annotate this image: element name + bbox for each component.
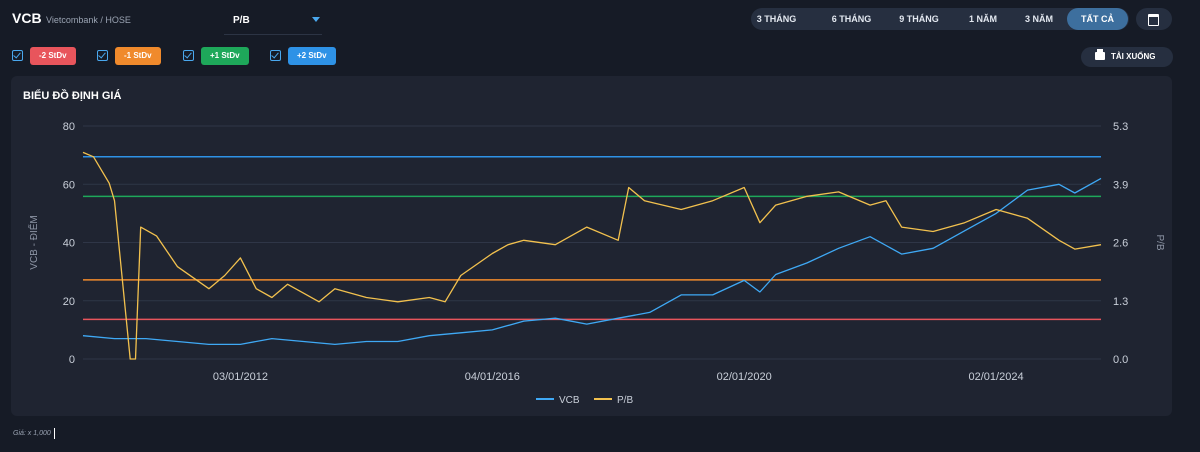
y-tick-label: 40 bbox=[63, 238, 75, 250]
range-1-year-button[interactable]: 1 NĂM bbox=[956, 8, 1010, 30]
y-tick-label: 80 bbox=[63, 121, 75, 133]
valuation-chart: 0 20 40 60 80 0.0 1.3 2.6 3.9 5.3 03/01/2012 04/01/… bbox=[27, 121, 1165, 406]
calendar-icon bbox=[1148, 14, 1159, 26]
y2-tick-label: 5.3 bbox=[1113, 121, 1128, 133]
ticker-symbol: VCB bbox=[12, 10, 42, 26]
series-line-pb bbox=[82, 151, 1102, 360]
y2-tick-label: 3.9 bbox=[1113, 179, 1128, 191]
y2-axis-title: P/B bbox=[1154, 234, 1165, 250]
x-tick-label: 03/01/2012 bbox=[213, 371, 268, 383]
y2-tick-label: 0.0 bbox=[1113, 354, 1128, 366]
exchange-label: Vietcombank / HOSE bbox=[46, 15, 131, 25]
top-bar: VCB Vietcombank / HOSE P/B 3 THÁNG 6 THÁ… bbox=[0, 0, 1200, 38]
x-tick-label: 02/01/2024 bbox=[969, 371, 1024, 383]
checkbox-icon[interactable] bbox=[270, 50, 281, 61]
price-unit-footnote: Giá: x 1,000 bbox=[13, 430, 51, 437]
legend-label-vcb: VCB bbox=[559, 395, 580, 406]
stdv-badge-minus-1: -1 StDv bbox=[115, 47, 161, 65]
metric-selected-value: P/B bbox=[233, 15, 250, 26]
range-3-years-button[interactable]: 3 NĂM bbox=[1014, 8, 1064, 30]
time-range-group: 3 THÁNG 6 THÁNG 9 THÁNG 1 NĂM 3 NĂM TẤT … bbox=[751, 8, 1129, 30]
x-tick-label: 02/01/2020 bbox=[717, 371, 772, 383]
checkbox-icon[interactable] bbox=[12, 50, 23, 61]
printer-icon bbox=[1095, 49, 1105, 60]
range-all-button[interactable]: TẤT CẢ bbox=[1067, 8, 1128, 30]
legend-label-pb: P/B bbox=[617, 395, 633, 406]
download-button[interactable]: TẢI XUỐNG bbox=[1081, 47, 1173, 67]
y-tick-label: 0 bbox=[69, 354, 75, 366]
chevron-down-icon bbox=[312, 17, 320, 22]
text-cursor bbox=[54, 428, 55, 439]
y-axis-title: VCB - ĐIỂM bbox=[27, 215, 40, 269]
y-tick-label: 20 bbox=[63, 296, 75, 308]
checkbox-icon[interactable] bbox=[183, 50, 194, 61]
range-6-months-button[interactable]: 6 THÁNG bbox=[819, 8, 884, 30]
download-label: TẢI XUỐNG bbox=[1111, 52, 1156, 61]
range-9-months-button[interactable]: 9 THÁNG bbox=[886, 8, 952, 30]
valuation-chart-panel: BIỂU ĐỒ ĐỊNH GIÁ 0 20 40 60 80 0.0 1.3 2.6 3.9 5.… bbox=[11, 76, 1172, 416]
calendar-button[interactable] bbox=[1136, 8, 1172, 30]
range-3-months-button[interactable]: 3 THÁNG bbox=[751, 8, 802, 30]
y2-tick-label: 2.6 bbox=[1113, 238, 1128, 250]
stdv-badge-plus-2: +2 StDv bbox=[288, 47, 336, 65]
checkbox-icon[interactable] bbox=[97, 50, 108, 61]
y2-tick-label: 1.3 bbox=[1113, 296, 1128, 308]
metric-select[interactable]: P/B bbox=[224, 4, 322, 35]
stdv-toggle-row: -2 StDv -1 StDv +1 StDv +2 StDv bbox=[0, 46, 700, 68]
stdv-badge-plus-1: +1 StDv bbox=[201, 47, 249, 65]
y-tick-label: 60 bbox=[63, 179, 75, 191]
stdv-badge-minus-2: -2 StDv bbox=[30, 47, 76, 65]
x-tick-label: 04/01/2016 bbox=[465, 371, 520, 383]
